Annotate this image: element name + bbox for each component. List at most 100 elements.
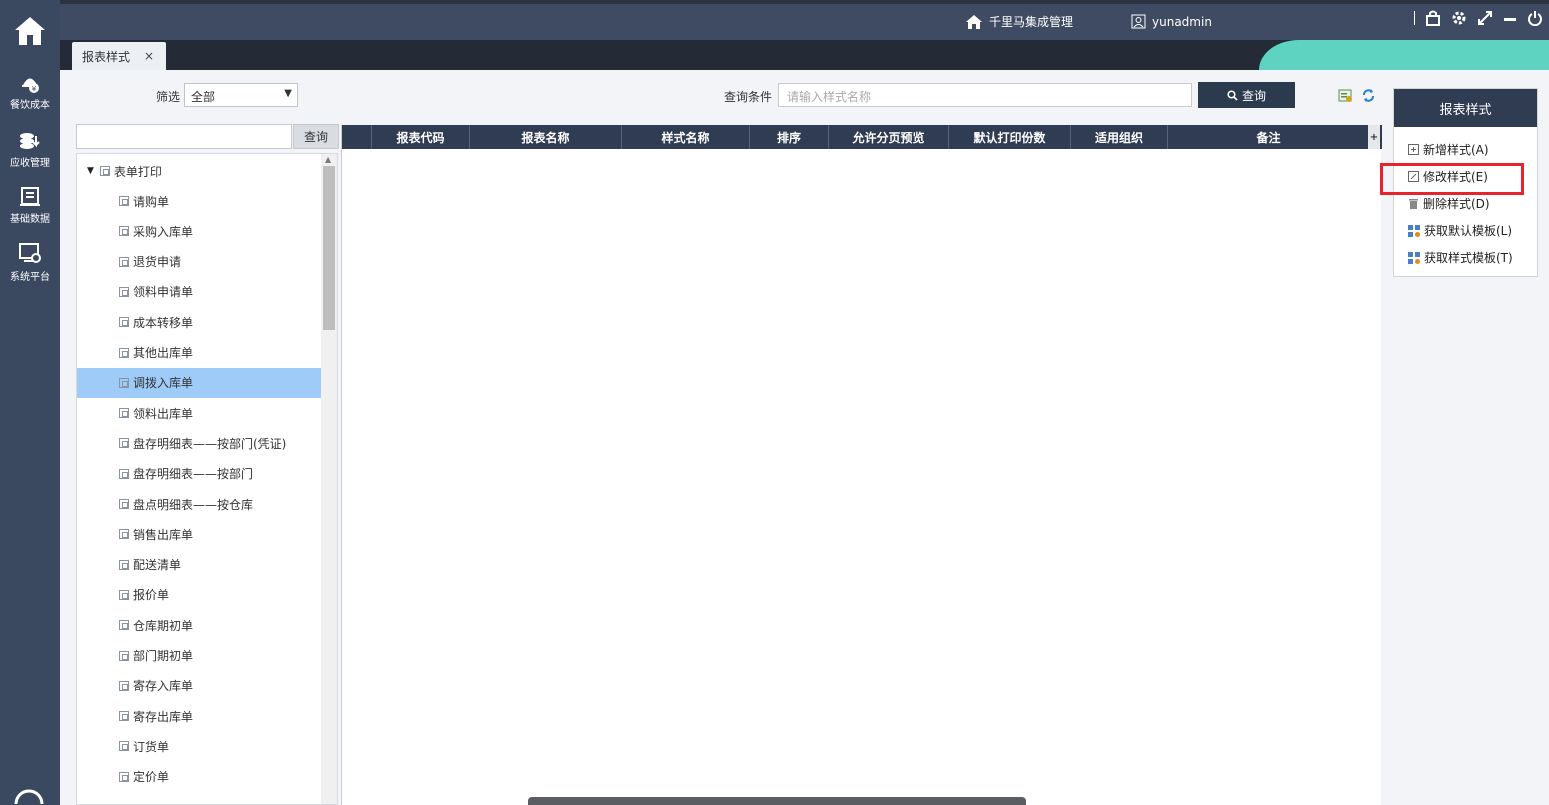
get-style-template-label: 获取样式模板(T)	[1424, 251, 1513, 265]
separator	[1414, 11, 1415, 25]
rail-item-base-data[interactable]: 基础数据	[0, 184, 60, 238]
tree-item[interactable]: 成本转移单	[77, 307, 322, 337]
form-icon	[119, 468, 129, 479]
tree-item[interactable]: 销售出库单	[77, 519, 322, 549]
tab-report-style[interactable]: 报表样式 ×	[72, 42, 166, 70]
refresh-button[interactable]	[12, 780, 46, 805]
trash-icon	[1409, 199, 1418, 209]
tab-bar: 报表样式 ×	[60, 40, 1549, 70]
tree-item-label: 部门期初单	[133, 649, 194, 663]
get-style-template-button[interactable]: 获取样式模板(T)	[1408, 249, 1513, 266]
toolbar-icons	[1338, 88, 1376, 103]
tree-item[interactable]: 寄存入库单	[77, 671, 322, 701]
tree-item[interactable]: 报价单	[77, 580, 322, 610]
tree-item[interactable]: 退货申请	[77, 247, 322, 277]
tree-item-label: 请购单	[133, 194, 170, 209]
form-icon	[119, 317, 129, 328]
add-style-button[interactable]: 新增样式(A)	[1408, 141, 1489, 158]
get-default-template-label: 获取默认模板(L)	[1424, 224, 1513, 238]
grid-col-code[interactable]: 报表代码	[372, 125, 470, 149]
tree-item-label: 仓库期初单	[133, 618, 194, 633]
system-icon	[19, 243, 41, 263]
form-icon	[119, 711, 129, 722]
column-chooser-icon[interactable]: +	[1368, 125, 1380, 149]
tree-item[interactable]: 订货单	[77, 731, 322, 761]
power-icon[interactable]	[1527, 10, 1543, 26]
tree-item-label: 领料申请单	[133, 285, 194, 300]
gear-icon[interactable]	[1451, 10, 1467, 26]
query-label: 查询条件	[724, 90, 773, 104]
tree-item[interactable]: 配送清单	[77, 550, 322, 580]
expand-toggle-icon[interactable]: ▼	[87, 166, 94, 176]
filter-select[interactable]: 全部 ▼	[184, 83, 298, 107]
tree-search-button[interactable]: 查询	[293, 124, 339, 149]
header-accent-decoration	[1259, 40, 1549, 70]
tree-item-label: 调拨入库单	[133, 376, 194, 391]
tree-item-label: 寄存入库单	[133, 679, 194, 694]
grid-col-report-name[interactable]: 报表名称	[470, 125, 622, 149]
tree-item-label: 寄存出库单	[133, 709, 194, 724]
caret-down-icon: ▼	[284, 88, 292, 99]
tree-item[interactable]: 仓库期初单	[77, 610, 322, 640]
grid-col-sort[interactable]: 排序	[750, 125, 829, 149]
export-excel-icon[interactable]	[1338, 88, 1353, 103]
tree-item[interactable]: 调拨入库单	[77, 367, 322, 398]
tree-item[interactable]: 其他出库单	[77, 338, 322, 368]
tree-item-label: 其他出库单	[133, 346, 194, 360]
grid-col-org[interactable]: 适用组织	[1071, 125, 1168, 149]
form-icon	[119, 589, 129, 600]
lock-icon[interactable]	[1425, 10, 1441, 26]
form-icon	[119, 680, 129, 691]
tree-item[interactable]: 定价单	[77, 762, 322, 792]
query-input[interactable]: 请输入样式名称	[778, 83, 1192, 107]
rail-item-receivable[interactable]: 应收管理	[0, 128, 60, 182]
form-icon	[119, 771, 129, 782]
rail-item-system[interactable]: 系统平台	[0, 240, 60, 294]
tree-item[interactable]: 盘点明细表——按仓库	[77, 489, 322, 519]
main-content: 筛选 全部 ▼ 查询条件 请输入样式名称 查询 查询 ▼ 表单打印 请购单 采购入…	[60, 70, 1549, 805]
grid-col-check[interactable]	[342, 125, 372, 149]
refresh-icon	[14, 789, 44, 805]
tree-item[interactable]: 部门期初单	[77, 641, 322, 671]
tree-item-label: 盘点明细表——按仓库	[133, 497, 254, 512]
add-icon	[1408, 144, 1419, 155]
tab-label: 报表样式	[82, 49, 131, 64]
rail-item-cost[interactable]: ¥ 餐饮成本	[0, 70, 60, 124]
grid-col-print-copies[interactable]: 默认打印份数	[949, 125, 1071, 149]
tree-scrollbar-thumb[interactable]	[323, 166, 335, 330]
tree-item[interactable]: 领料出库单	[77, 398, 322, 428]
tree-item[interactable]: 盘存明细表——按部门(凭证)	[77, 428, 322, 458]
cost-icon: ¥	[22, 78, 39, 93]
user-name: yunadmin	[1152, 14, 1212, 29]
grid-col-style-name[interactable]: 样式名称	[622, 125, 750, 149]
home-button[interactable]	[0, 0, 60, 62]
refresh-icon[interactable]	[1361, 88, 1376, 103]
tree-item[interactable]: 请购单	[77, 186, 322, 216]
company-name: 千里马集成管理	[989, 15, 1074, 29]
expand-icon[interactable]	[1477, 10, 1493, 26]
tree-root-form-print[interactable]: ▼ 表单打印	[87, 156, 332, 186]
user-link[interactable]: yunadmin	[1131, 14, 1212, 29]
svg-text:¥: ¥	[32, 85, 37, 93]
tree-search-input[interactable]	[76, 124, 292, 149]
company-link[interactable]: 千里马集成管理	[965, 13, 1073, 30]
close-icon[interactable]: ×	[144, 49, 154, 63]
delete-style-button[interactable]: 删除样式(D)	[1408, 195, 1490, 212]
tree-item[interactable]: 寄存出库单	[77, 701, 322, 731]
form-icon	[119, 377, 129, 388]
minimize-icon[interactable]	[1503, 10, 1517, 26]
grid-col-page-preview[interactable]: 允许分页预览	[829, 125, 949, 149]
form-icon	[119, 529, 129, 540]
tree-item[interactable]: 采购入库单	[77, 216, 322, 246]
tree-scrollbar[interactable]: ▲	[321, 154, 337, 804]
form-icon	[119, 741, 129, 752]
scroll-up-icon[interactable]: ▲	[325, 155, 331, 164]
tree-item[interactable]: 盘存明细表——按部门	[77, 459, 322, 489]
rail-item-label: 基础数据	[10, 214, 50, 225]
tree-item[interactable]: 领料申请单	[77, 277, 322, 307]
get-default-template-button[interactable]: 获取默认模板(L)	[1408, 222, 1512, 239]
query-button[interactable]: 查询	[1198, 82, 1295, 108]
rail-item-label: 餐饮成本	[10, 100, 50, 111]
grid-col-remark[interactable]: 备注	[1168, 125, 1370, 149]
header-user-area: 千里马集成管理 yunadmin	[965, 13, 1212, 30]
